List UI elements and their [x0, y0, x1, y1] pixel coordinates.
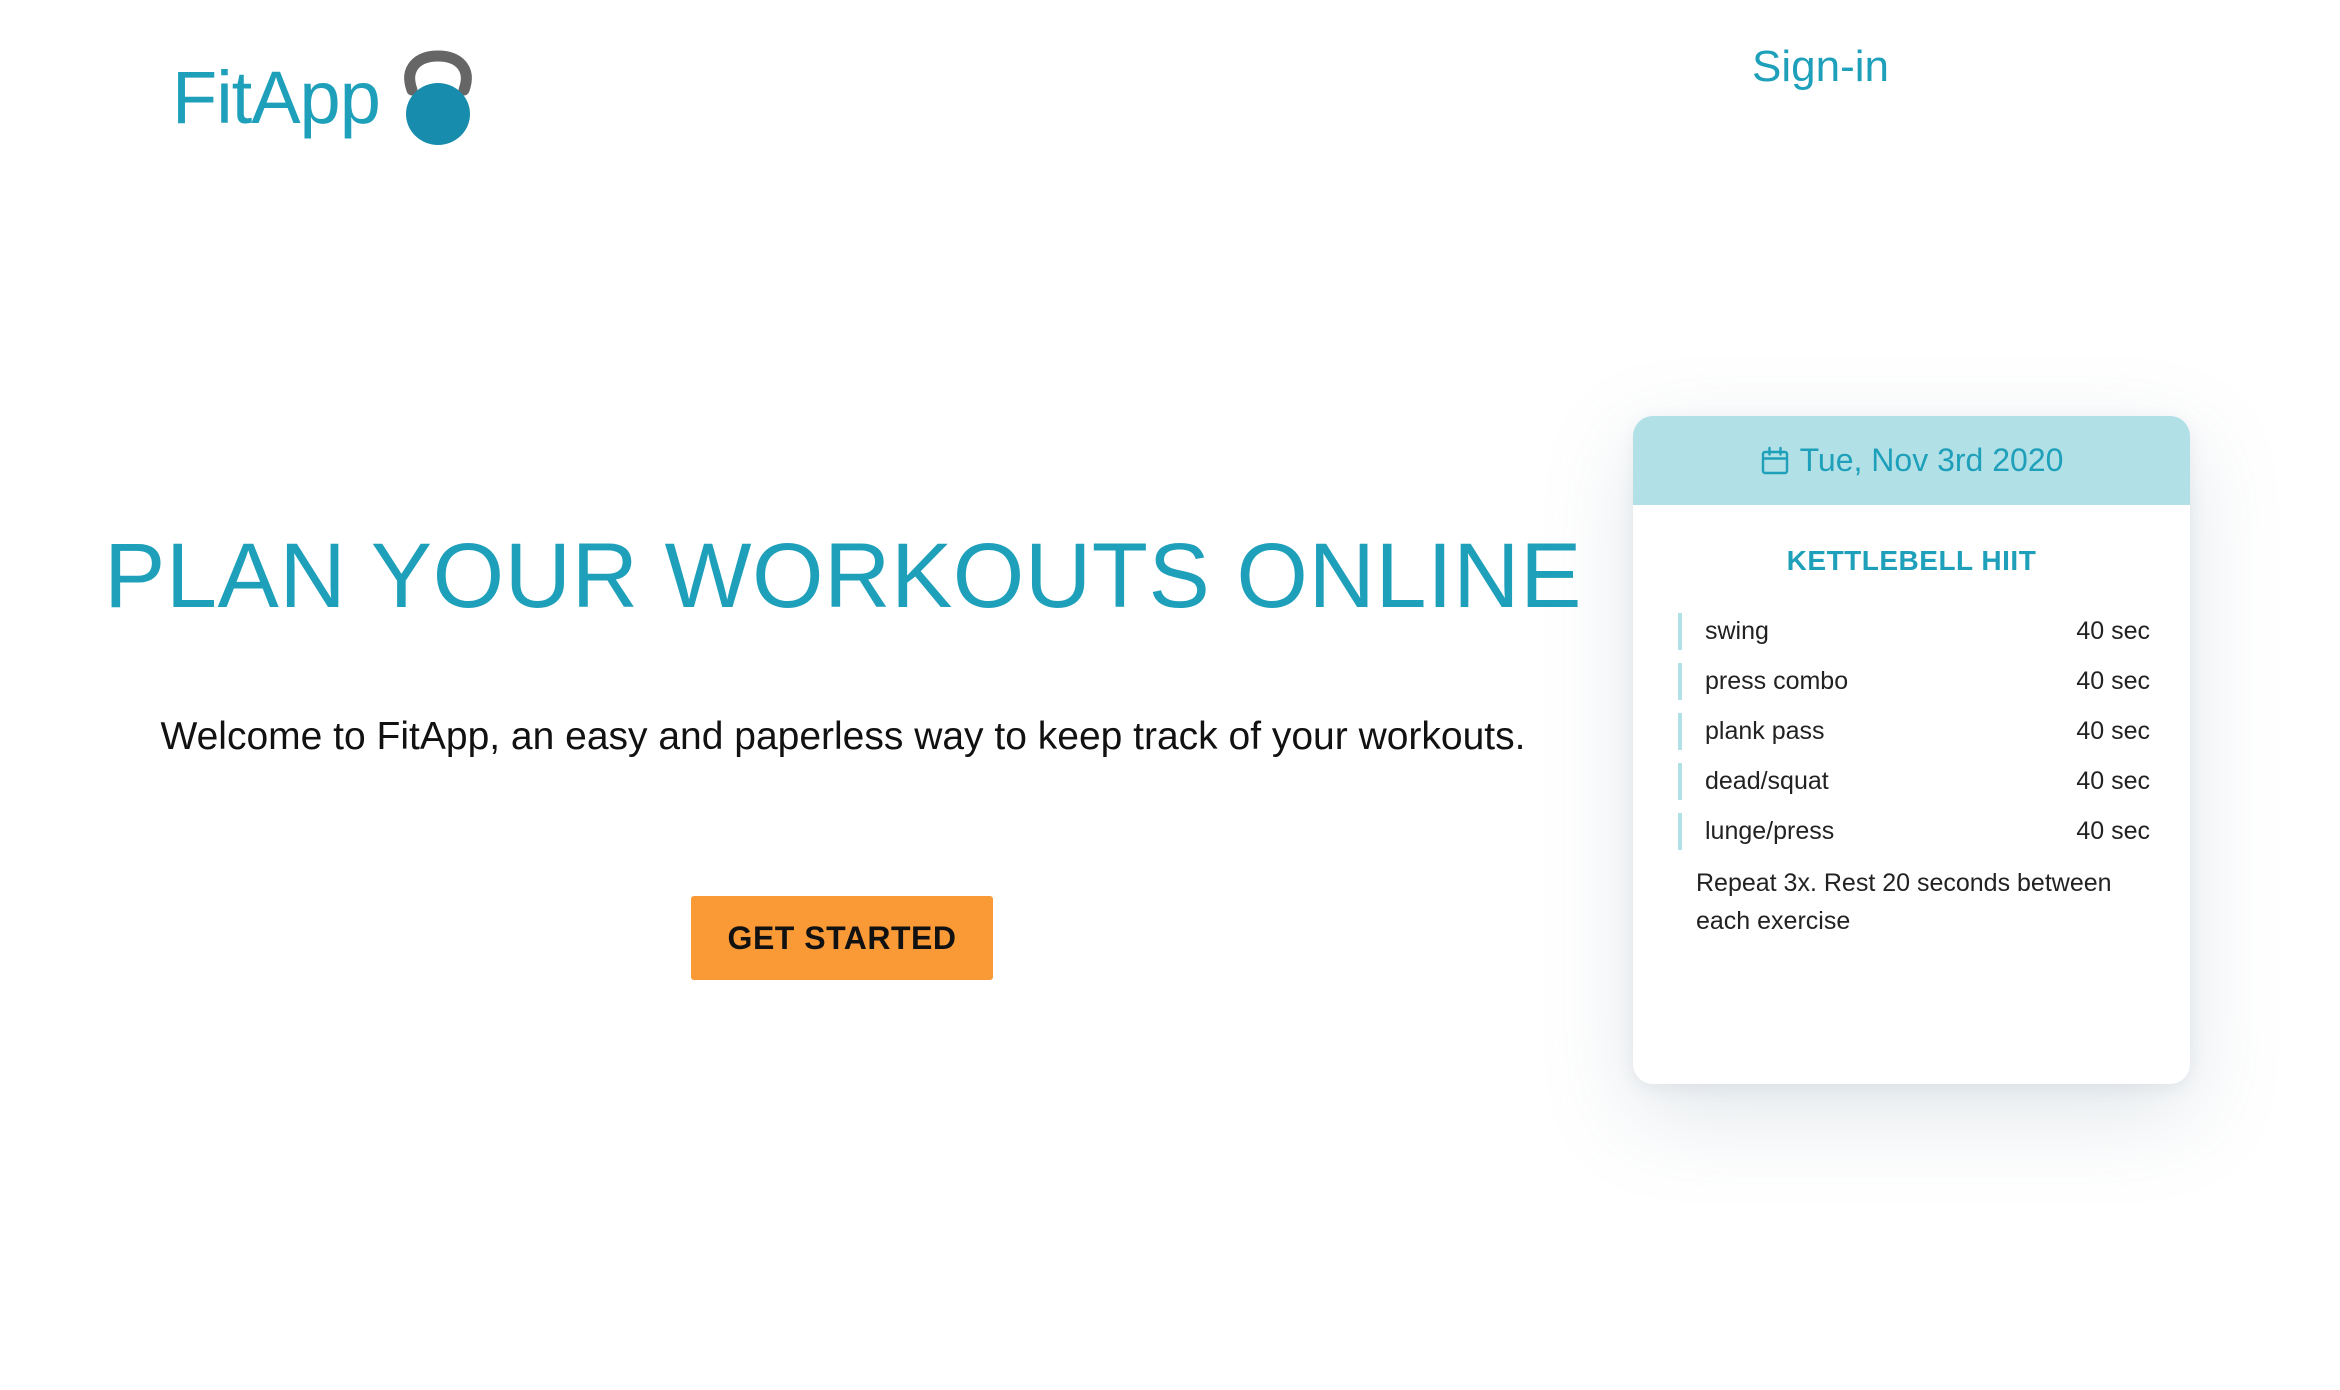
- hero-subtitle: Welcome to FitApp, an easy and paperless…: [160, 715, 1526, 758]
- exercise-item: lunge/press 40 sec: [1678, 813, 2150, 850]
- exercise-item: press combo 40 sec: [1678, 663, 2150, 700]
- workout-date-header: Tue, Nov 3rd 2020: [1633, 416, 2190, 505]
- exercise-item: swing 40 sec: [1678, 613, 2150, 650]
- exercise-duration: 40 sec: [2076, 817, 2150, 845]
- get-started-button[interactable]: GET STARTED: [691, 896, 993, 980]
- exercise-duration: 40 sec: [2076, 667, 2150, 695]
- workout-card: Tue, Nov 3rd 2020 KETTLEBELL HIIT swing …: [1633, 416, 2190, 1084]
- kettlebell-icon: [404, 50, 472, 145]
- hero-title: PLAN YOUR WORKOUTS ONLINE: [104, 525, 1582, 627]
- logo-text: FitApp: [172, 56, 381, 139]
- exercise-name: lunge/press: [1705, 817, 1835, 845]
- site-header: FitApp Sign-in: [0, 0, 2340, 200]
- workout-title: KETTLEBELL HIIT: [1786, 545, 2037, 576]
- exercise-duration: 40 sec: [2076, 617, 2150, 645]
- exercise-name: swing: [1705, 617, 1769, 645]
- exercise-list: swing 40 sec press combo 40 sec plank pa…: [1678, 613, 2150, 850]
- exercise-item: dead/squat 40 sec: [1678, 763, 2150, 800]
- workout-note: Repeat 3x. Rest 20 seconds between each …: [1696, 869, 2112, 935]
- signin-link[interactable]: Sign-in: [1752, 42, 1889, 92]
- exercise-name: plank pass: [1705, 717, 1825, 745]
- logo[interactable]: FitApp: [172, 48, 478, 148]
- exercise-name: press combo: [1705, 667, 1849, 695]
- exercise-duration: 40 sec: [2076, 717, 2150, 745]
- calendar-icon: [1761, 446, 1788, 474]
- exercise-duration: 40 sec: [2076, 767, 2150, 795]
- workout-date: Tue, Nov 3rd 2020: [1799, 442, 2064, 478]
- exercise-name: dead/squat: [1705, 767, 1829, 795]
- exercise-item: plank pass 40 sec: [1678, 713, 2150, 750]
